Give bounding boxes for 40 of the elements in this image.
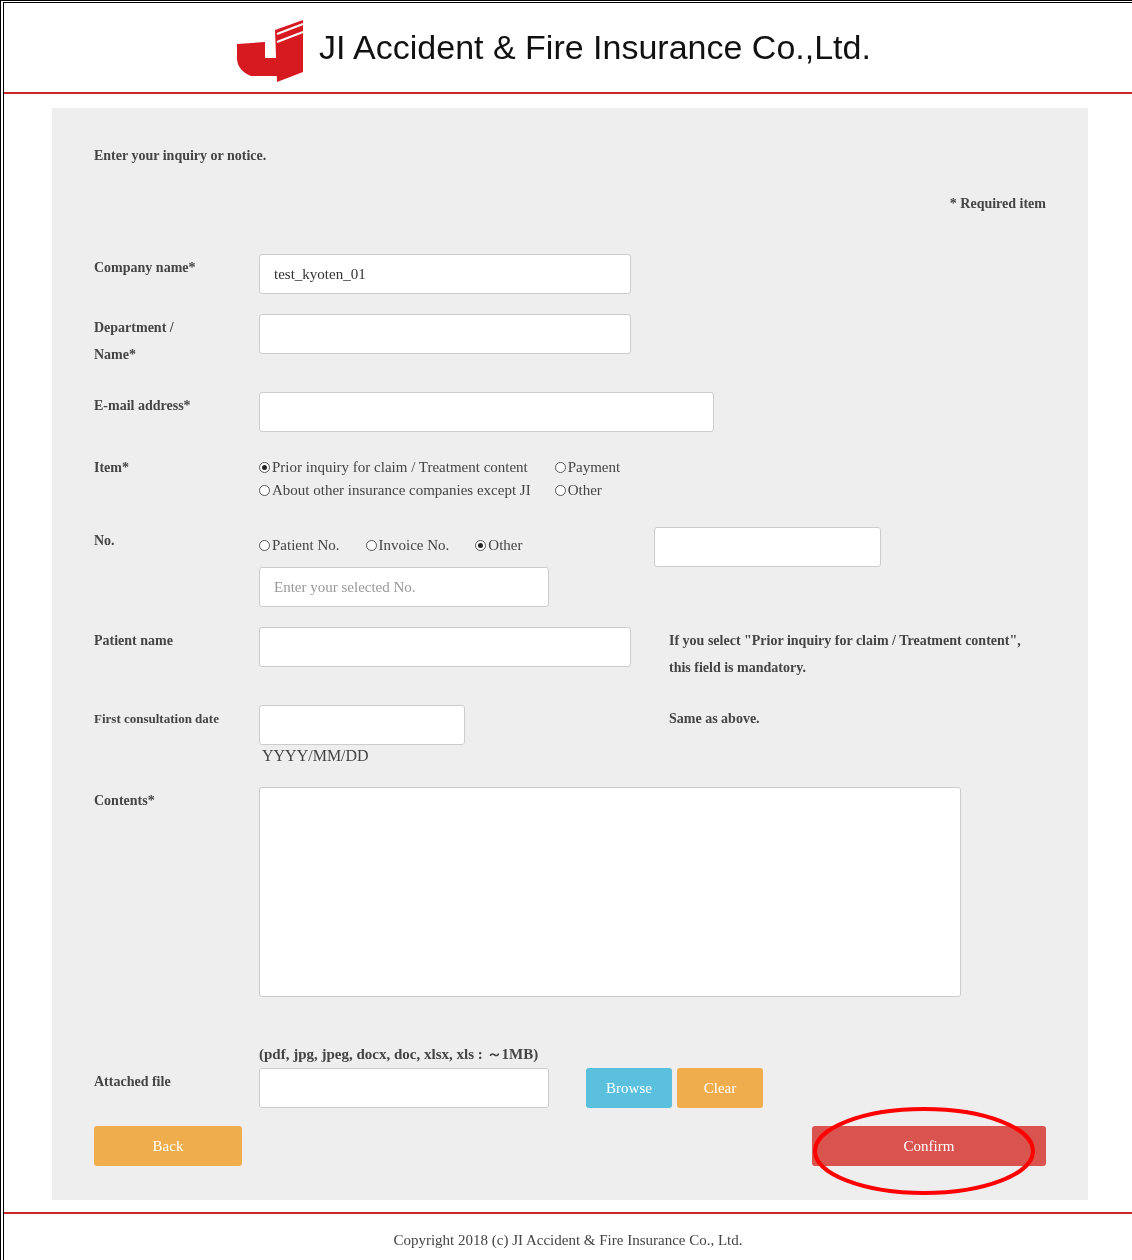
radio-icon[interactable]	[554, 485, 566, 496]
field-note: If you select "Prior inquiry for claim / Treatment content", this field is mandatory.	[669, 632, 1022, 677]
radio-option[interactable]: Other	[554, 482, 621, 499]
radio-icon[interactable]	[365, 540, 377, 551]
input-field[interactable]	[259, 314, 631, 354]
field-label: Department / Name*	[94, 319, 175, 364]
date-format-hint: YYYY/MM/DD	[261, 747, 370, 765]
field-label: E-mail address*	[94, 397, 192, 415]
radio-option[interactable]: Prior inquiry for claim / Treatment content	[259, 459, 531, 476]
field-note: Same as above.	[669, 710, 761, 728]
radio-icon[interactable]	[554, 462, 566, 473]
confirm-button[interactable]: Confirm	[812, 1126, 1046, 1166]
radio-icon[interactable]	[475, 540, 487, 551]
radio-option[interactable]: Invoice No.	[365, 537, 450, 554]
input-field[interactable]	[259, 392, 714, 432]
field-label: Patient name	[94, 632, 174, 650]
radio-option[interactable]: Patient No.	[259, 537, 340, 554]
radio-option[interactable]: About other insurance companies except JI	[259, 482, 531, 499]
copyright-text: Copyright 2018 (c) JI Accident & Fire Insurance Co., Ltd.	[393, 1232, 743, 1248]
field-label: Item*	[94, 459, 130, 477]
field-label: Contents*	[94, 792, 156, 810]
file-field[interactable]	[259, 1068, 549, 1108]
radio-icon[interactable]	[259, 462, 270, 473]
input-field[interactable]: test_kyoten_01	[259, 254, 631, 294]
input-field[interactable]	[259, 627, 631, 667]
company-name: JI Accident & Fire Insurance Co.,Ltd.	[319, 28, 871, 67]
intro-text: Enter your inquiry or notice.	[94, 148, 268, 164]
radio-icon[interactable]	[259, 540, 270, 551]
field-label: Company name*	[94, 259, 197, 277]
radio-option[interactable]: Payment	[554, 459, 621, 476]
radio-option[interactable]: Other	[475, 537, 523, 554]
input-field[interactable]	[654, 527, 881, 567]
file-format-note: (pdf, jpg, jpeg, docx, doc, xlsx, xls : ～1MB)	[259, 1045, 539, 1064]
field-label: Attached file	[94, 1073, 172, 1091]
date-field[interactable]	[259, 705, 465, 745]
input-field[interactable]: Enter your selected No.	[259, 567, 549, 607]
field-label: No.	[94, 532, 116, 550]
radio-icon[interactable]	[259, 485, 270, 496]
field-label: First consultation date	[94, 710, 220, 728]
required-note: * Required item	[949, 196, 1046, 212]
